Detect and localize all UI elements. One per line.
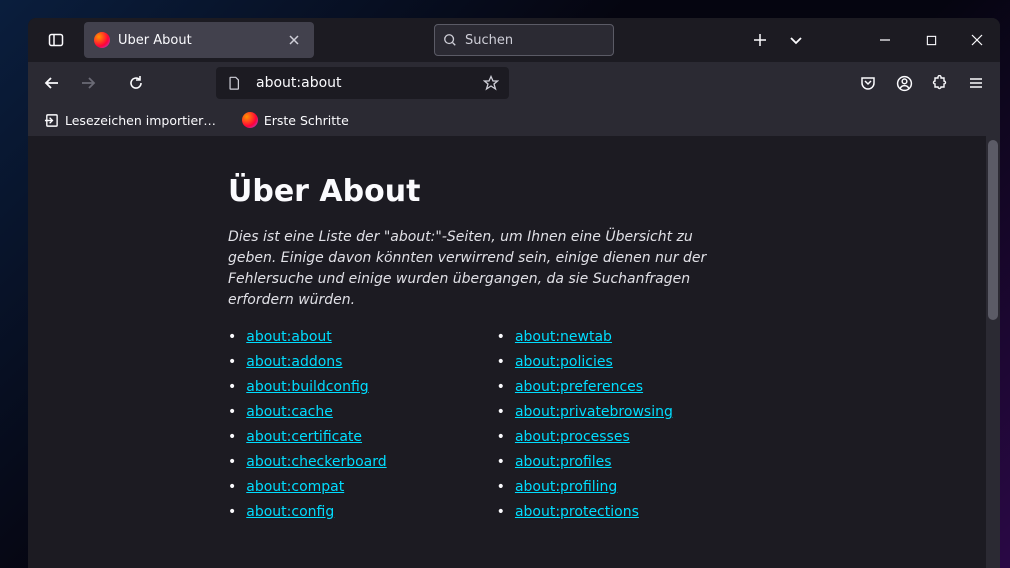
sidebar-toggle-button[interactable] (38, 24, 74, 56)
page-intro: Dies ist eine Liste der "about:"-Seiten,… (228, 227, 728, 311)
window-close-button[interactable] (954, 18, 1000, 62)
page-content: Über About Dies ist eine Liste der "abou… (28, 136, 1000, 568)
new-tab-button[interactable] (742, 24, 778, 56)
scroll-thumb[interactable] (988, 140, 998, 320)
firefox-icon (94, 32, 110, 48)
extensions-button[interactable] (924, 67, 956, 99)
links-column-1: about:about about:addons about:buildconf… (228, 329, 387, 529)
search-placeholder: Suchen (465, 33, 513, 48)
firefox-icon (242, 112, 258, 128)
about-links: about:about about:addons about:buildconf… (228, 329, 868, 529)
about-link[interactable]: about:checkerboard (246, 454, 386, 470)
titlebar-right (742, 18, 1000, 62)
reload-button[interactable] (120, 67, 152, 99)
search-box[interactable]: Suchen (434, 24, 614, 56)
tab-title: Über About (118, 33, 276, 48)
scrollbar[interactable] (986, 136, 1000, 568)
links-column-2: about:newtab about:policies about:prefer… (497, 329, 673, 529)
import-bookmarks-label: Lesezeichen importier… (65, 113, 216, 128)
window-maximize-button[interactable] (908, 18, 954, 62)
about-link[interactable]: about:cache (246, 404, 333, 420)
close-tab-button[interactable] (284, 30, 304, 50)
about-link[interactable]: about:certificate (246, 429, 362, 445)
app-menu-button[interactable] (960, 67, 992, 99)
bookmarks-toolbar: Lesezeichen importier… Erste Schritte (28, 104, 1000, 136)
about-link[interactable]: about:protections (515, 504, 639, 520)
back-button[interactable] (36, 67, 68, 99)
url-bar[interactable]: about:about (216, 67, 509, 99)
page-heading: Über About (228, 174, 868, 209)
about-link[interactable]: about:addons (246, 354, 342, 370)
about-link[interactable]: about:preferences (515, 379, 643, 395)
list-all-tabs-button[interactable] (778, 24, 814, 56)
bookmark-label: Erste Schritte (264, 113, 349, 128)
url-text: about:about (256, 75, 469, 91)
about-link[interactable]: about:profiles (515, 454, 612, 470)
about-link[interactable]: about:about (246, 329, 332, 345)
pocket-button[interactable] (852, 67, 884, 99)
about-link[interactable]: about:config (246, 504, 334, 520)
browser-window: Über About Suchen (28, 18, 1000, 568)
forward-button (72, 67, 104, 99)
import-bookmarks-button[interactable]: Lesezeichen importier… (38, 109, 222, 132)
search-icon (443, 33, 457, 47)
about-link[interactable]: about:privatebrowsing (515, 404, 673, 420)
import-icon (44, 113, 59, 128)
about-link[interactable]: about:compat (246, 479, 344, 495)
window-minimize-button[interactable] (862, 18, 908, 62)
browser-tab[interactable]: Über About (84, 22, 314, 58)
about-link[interactable]: about:profiling (515, 479, 617, 495)
account-button[interactable] (888, 67, 920, 99)
navbar: about:about (28, 62, 1000, 104)
about-link[interactable]: about:newtab (515, 329, 612, 345)
about-link[interactable]: about:buildconfig (246, 379, 368, 395)
about-link[interactable]: about:processes (515, 429, 630, 445)
bookmark-erste-schritte[interactable]: Erste Schritte (236, 108, 355, 132)
titlebar: Über About Suchen (28, 18, 1000, 62)
bookmark-star-button[interactable] (477, 75, 505, 91)
page-icon (220, 76, 248, 90)
about-link[interactable]: about:policies (515, 354, 613, 370)
